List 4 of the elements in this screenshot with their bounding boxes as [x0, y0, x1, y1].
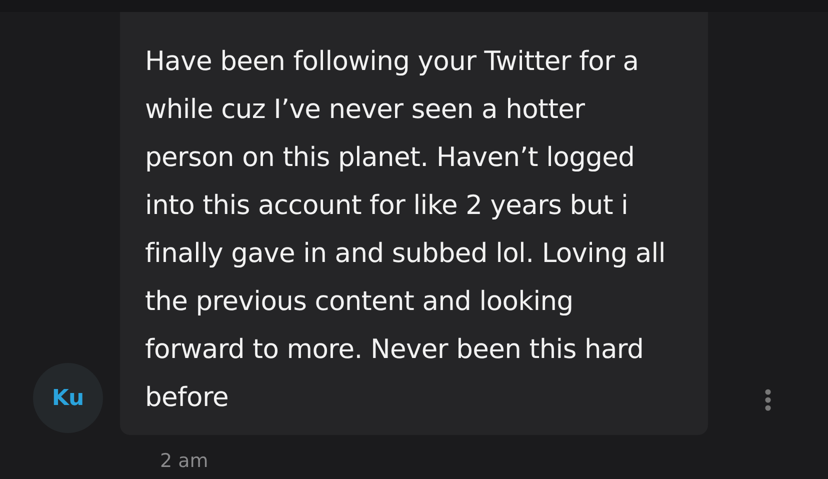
- message-time: 2 am: [160, 450, 208, 472]
- avatar[interactable]: Ku: [33, 363, 103, 433]
- more-icon[interactable]: [764, 389, 772, 411]
- message-text: Have been following your Twitter for a while cuz I’ve never seen a hotter person on this planet. Haven’t logged into this account for like 2 years but i finally gave in and subbed lol. Loving all the previous content and looking forward to more. Never been this hard before: [145, 45, 666, 415]
